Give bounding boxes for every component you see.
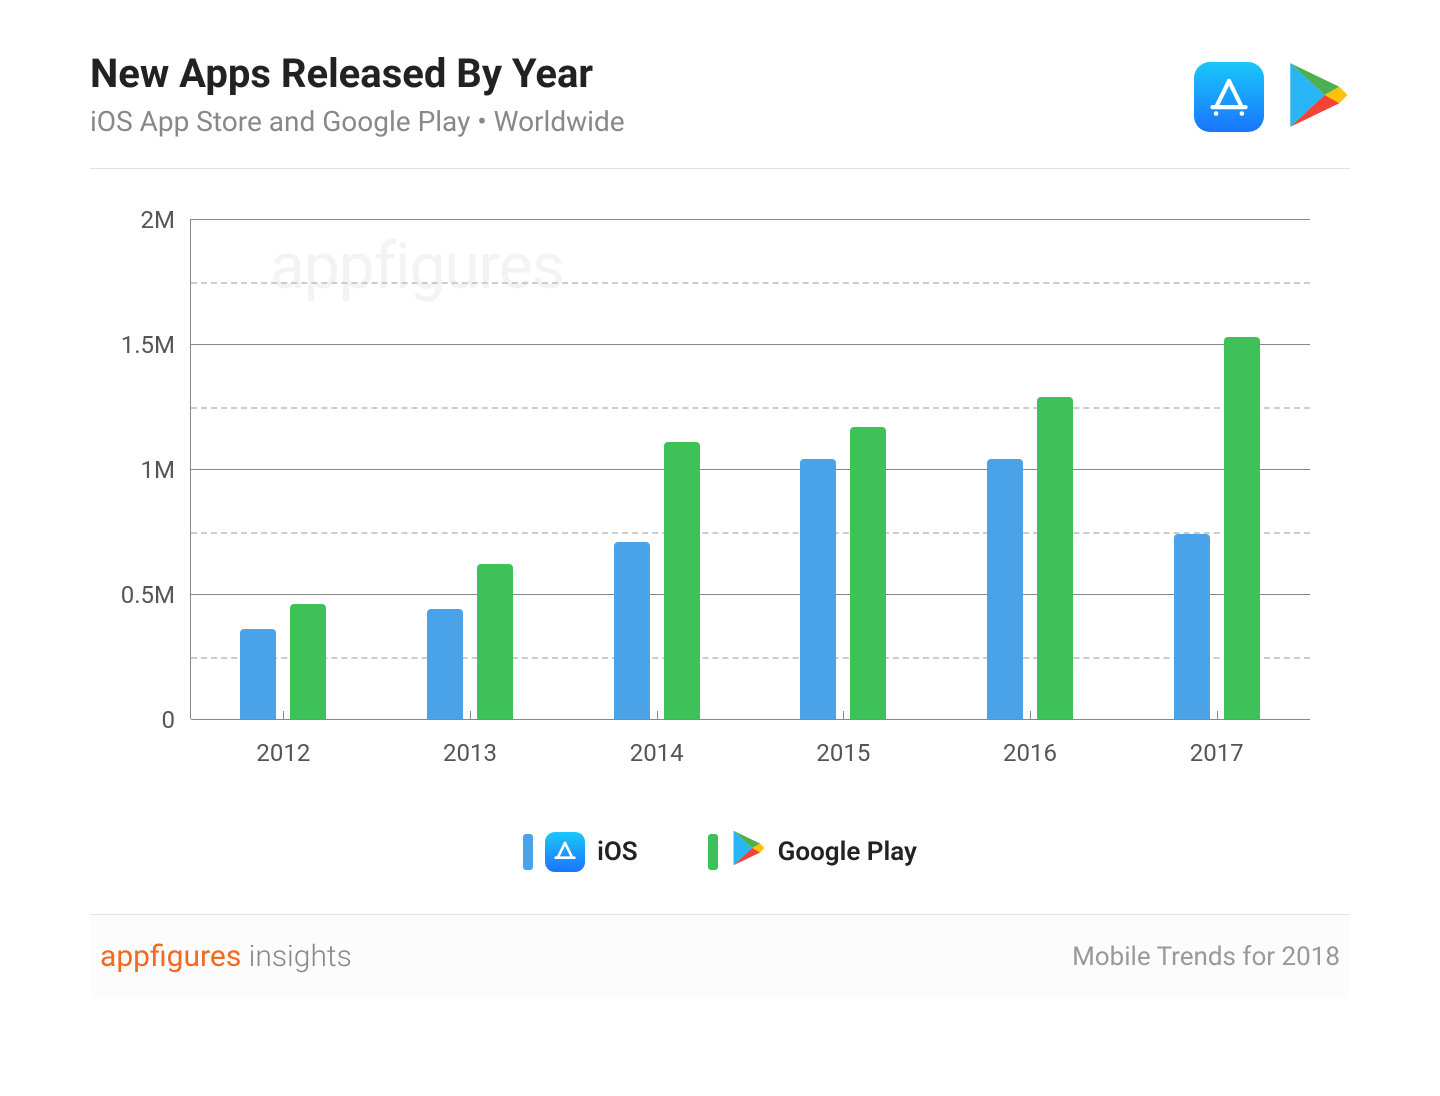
bar-ios — [614, 542, 650, 720]
brand-logo: appfigures insights — [100, 939, 352, 974]
legend-swatch-gplay — [708, 834, 718, 870]
chart-header: New Apps Released By Year iOS App Store … — [90, 0, 1350, 168]
bar-gplay — [664, 442, 700, 720]
y-tick-label: 1.5M — [121, 331, 191, 359]
bar-group — [1123, 219, 1310, 719]
bar-gplay — [1224, 337, 1260, 720]
x-tick-label: 2012 — [190, 719, 377, 779]
bar-ios — [800, 459, 836, 719]
x-tick-label: 2015 — [750, 719, 937, 779]
x-tick-label: 2014 — [563, 719, 750, 779]
x-tick-label: 2017 — [1123, 719, 1310, 779]
bar-gplay — [1037, 397, 1073, 720]
chart-title: New Apps Released By Year — [90, 50, 625, 97]
appstore-icon — [545, 832, 585, 872]
bar-gplay — [850, 427, 886, 720]
x-tick — [283, 711, 284, 719]
footer-caption: Mobile Trends for 2018 — [1072, 942, 1340, 972]
x-tick-label: 2013 — [377, 719, 564, 779]
bar-group — [937, 219, 1124, 719]
chart-subtitle: iOS App Store and Google Play • Worldwid… — [90, 105, 625, 138]
bar-ios — [240, 629, 276, 719]
bar-gplay — [290, 604, 326, 719]
bar-ios — [1174, 534, 1210, 719]
y-tick-label: 0 — [162, 706, 192, 734]
bar-group — [563, 219, 750, 719]
footer: appfigures insights Mobile Trends for 20… — [90, 914, 1350, 998]
x-tick — [843, 711, 844, 719]
bar-group — [190, 219, 377, 719]
x-tick — [1217, 711, 1218, 719]
y-tick-label: 1M — [141, 456, 191, 484]
x-axis: 201220132014201520162017 — [190, 719, 1310, 779]
googleplay-icon — [1284, 60, 1350, 134]
x-tick-label: 2016 — [937, 719, 1124, 779]
legend-swatch-ios — [523, 834, 533, 870]
chart-legend: iOS Google Play — [90, 809, 1350, 914]
brand-orange: appfigures — [100, 939, 241, 974]
y-tick-label: 2M — [141, 206, 191, 234]
legend-label-gplay: Google Play — [778, 837, 917, 867]
legend-label-ios: iOS — [597, 837, 638, 867]
bar-ios — [987, 459, 1023, 719]
bar-gplay — [477, 564, 513, 719]
x-tick — [657, 711, 658, 719]
legend-item-ios: iOS — [523, 832, 638, 872]
brand-rest: insights — [241, 939, 351, 974]
bar-group — [377, 219, 564, 719]
googleplay-icon — [730, 829, 766, 874]
bar-group — [750, 219, 937, 719]
legend-item-gplay: Google Play — [708, 829, 917, 874]
bars-container — [190, 219, 1310, 719]
chart-area: appfigures 00.5M1M1.5M2M 201220132014201… — [90, 169, 1350, 809]
appstore-icon — [1194, 62, 1264, 132]
x-tick — [1030, 711, 1031, 719]
y-tick-label: 0.5M — [121, 581, 191, 609]
x-tick — [470, 711, 471, 719]
bar-ios — [427, 609, 463, 719]
